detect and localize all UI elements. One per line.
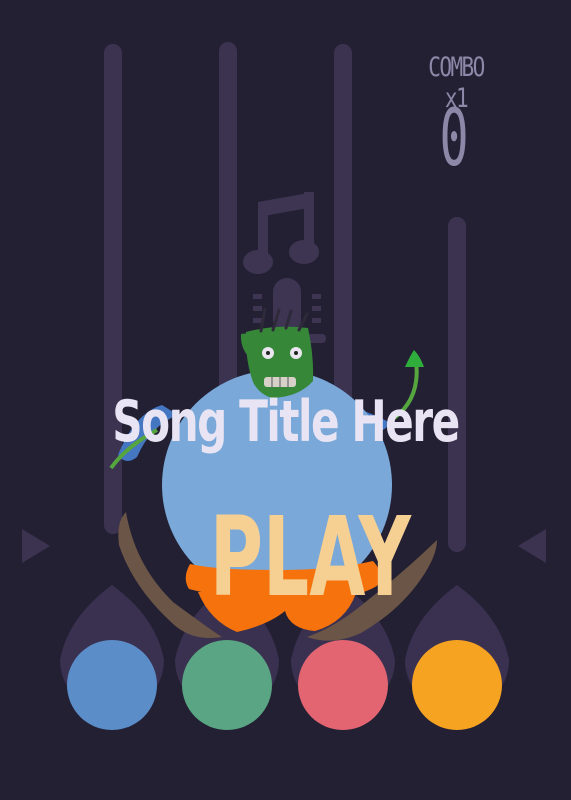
- triangle-left[interactable]: [20, 523, 54, 569]
- pad-orange[interactable]: [412, 640, 502, 730]
- triangle-right[interactable]: [514, 523, 548, 569]
- pad-red[interactable]: [298, 640, 388, 730]
- pad-blue[interactable]: [67, 640, 157, 730]
- music-note-icon: [243, 192, 319, 274]
- play-button[interactable]: PLAY: [210, 498, 411, 616]
- song-title: Song Title Here: [112, 389, 460, 455]
- pad-green[interactable]: [182, 640, 272, 730]
- game-stage: COMBO x1 0 Song Title Here PLAY: [0, 0, 571, 800]
